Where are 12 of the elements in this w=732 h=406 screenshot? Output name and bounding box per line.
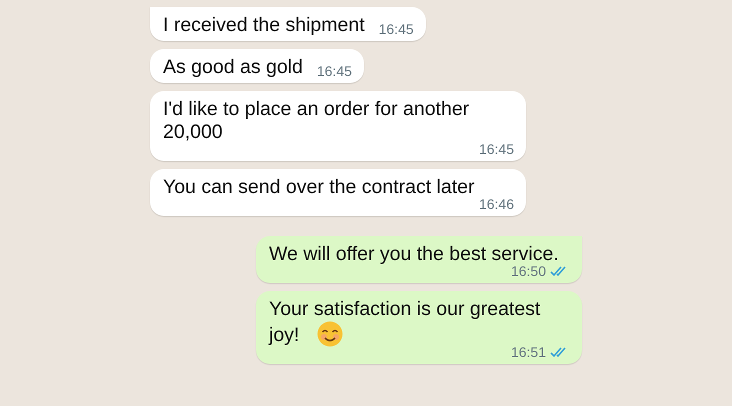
message-time: 16:46 [478,196,514,212]
message-time: 16:45 [316,63,352,79]
message-text: Your satisfaction is our greatest joy! [269,298,540,346]
message-text: As good as gold [163,56,303,78]
message-text: We will offer you the best service. [269,243,559,265]
message-time: 16:50 [510,263,546,279]
message-time: 16:45 [478,141,514,157]
message-time: 16:45 [378,21,414,37]
message-text: I'd like to place an order for another 20,000 [163,98,470,143]
message-text: I received the shipment [163,14,365,36]
message-text: You can send over the contract later [163,176,474,198]
message-time: 16:51 [510,344,546,360]
